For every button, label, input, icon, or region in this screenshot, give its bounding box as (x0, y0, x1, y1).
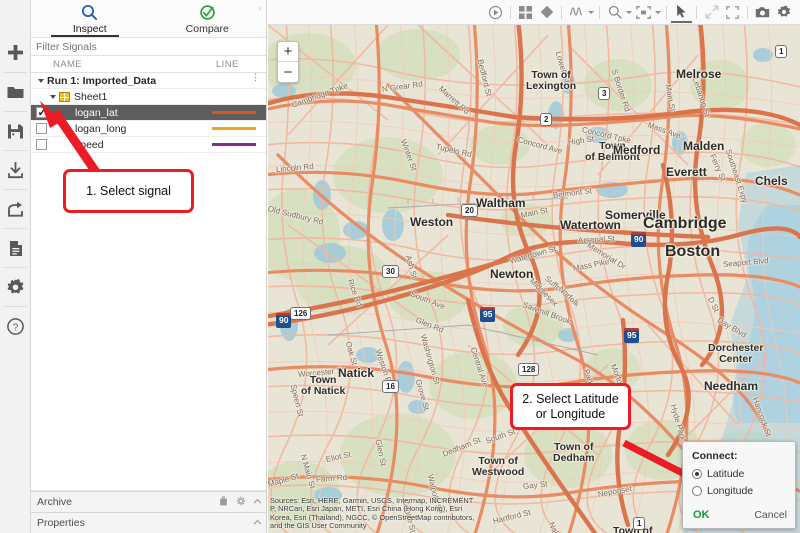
callout-1-arrow (0, 0, 800, 533)
radio-latitude-label: Latitude (707, 468, 744, 480)
callout-2-line-1: 2. Select Latitude (522, 392, 619, 407)
connect-dialog-title: Connect: (692, 450, 795, 462)
radio-longitude-label: Longitude (707, 485, 753, 497)
connect-dialog-buttons: OK Cancel (683, 509, 797, 521)
cancel-button[interactable]: Cancel (754, 509, 787, 521)
radio-longitude-button[interactable] (692, 486, 702, 496)
callout-2: 2. Select Latitude or Longitude (510, 383, 631, 430)
radio-latitude-button[interactable] (692, 469, 702, 479)
callout-2-line-2: or Longitude (522, 407, 619, 422)
connect-dialog: Connect: Latitude Longitude OK Cancel (682, 441, 796, 529)
ok-button[interactable]: OK (693, 509, 710, 521)
callout-1: 1. Select signal (63, 169, 194, 213)
radio-latitude[interactable]: Latitude (692, 468, 795, 480)
callout-1-label: 1. Select signal (86, 184, 171, 199)
radio-longitude[interactable]: Longitude (692, 485, 795, 497)
